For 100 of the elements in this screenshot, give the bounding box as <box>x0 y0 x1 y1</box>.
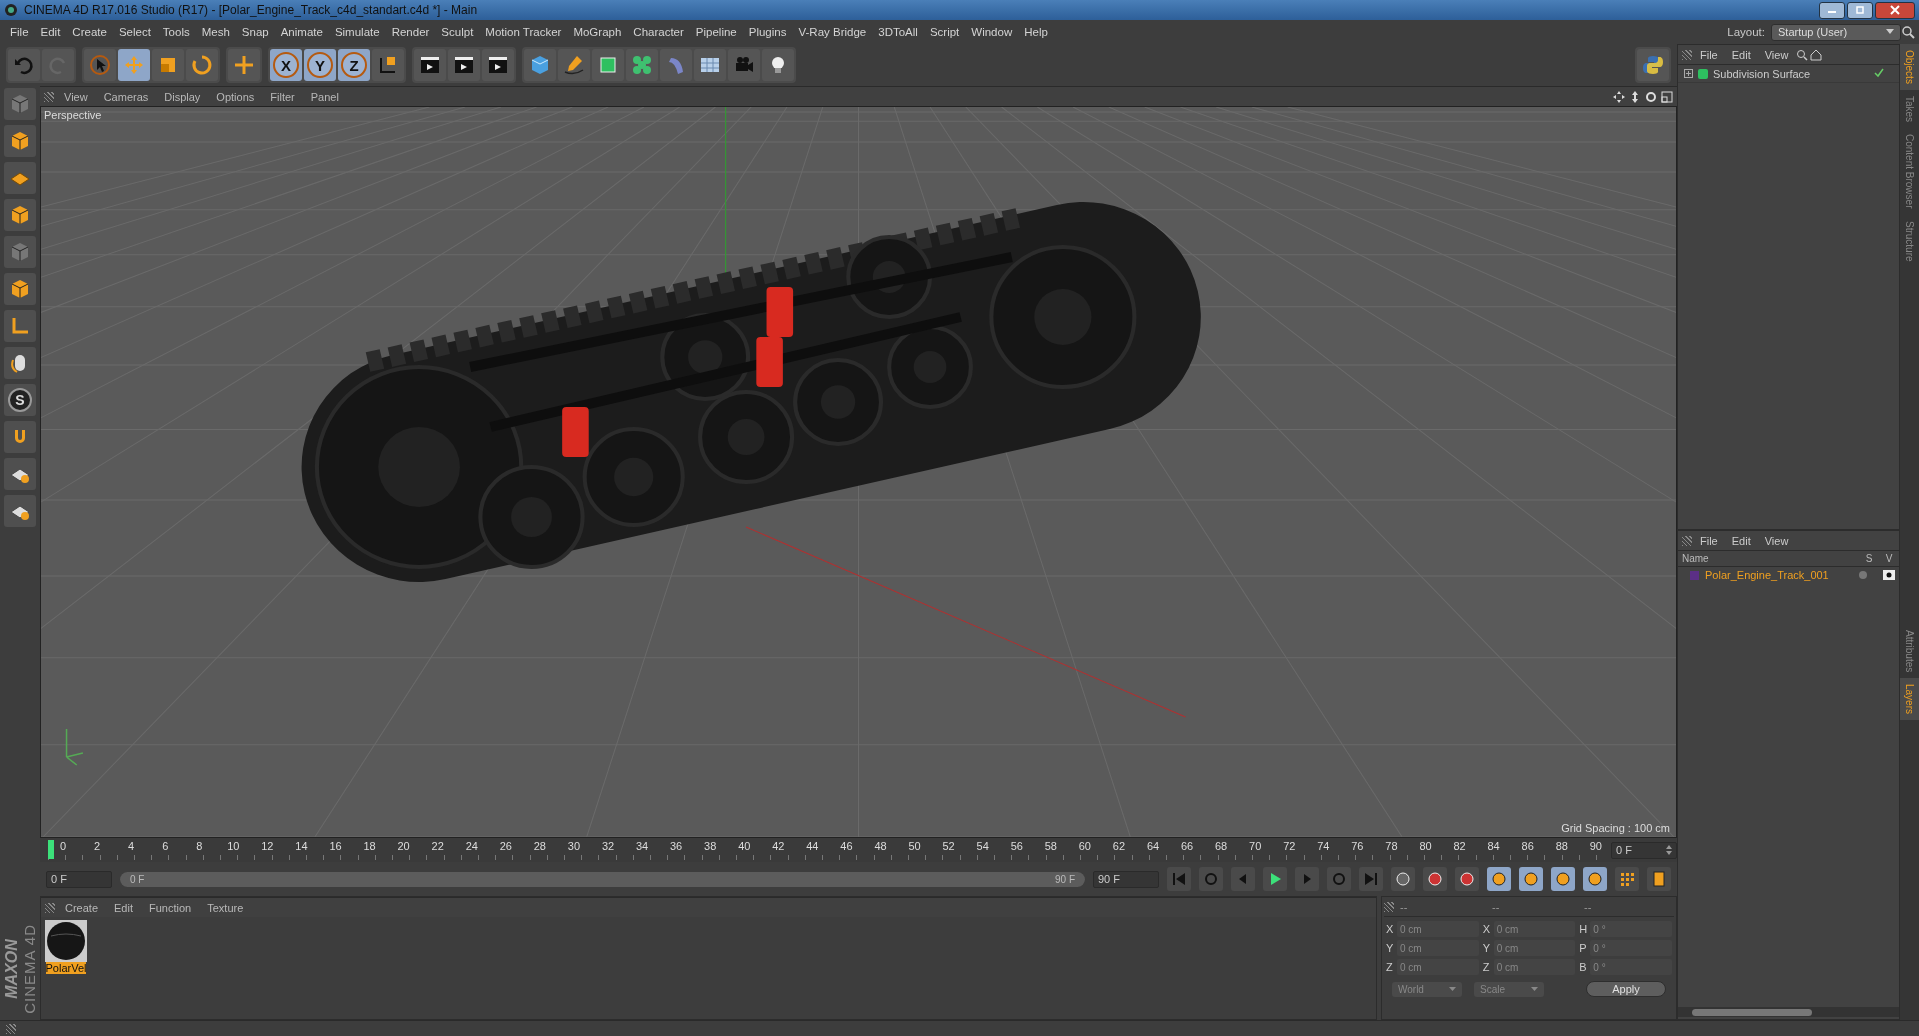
python-button[interactable] <box>1637 49 1669 81</box>
menu-item[interactable]: Mesh <box>195 26 236 38</box>
viewport-menu-item[interactable]: Display <box>158 90 207 103</box>
undo-button[interactable] <box>8 49 40 81</box>
mode-button[interactable] <box>4 199 36 231</box>
menu-item[interactable]: Character <box>627 26 690 38</box>
panel-grip-icon[interactable] <box>6 1023 16 1034</box>
snap-button[interactable] <box>4 421 36 453</box>
menu-item[interactable]: 3DToAll <box>872 26 924 38</box>
mode-button[interactable] <box>4 125 36 157</box>
menu-item[interactable]: Window <box>965 26 1019 38</box>
menu-item[interactable]: Motion Tracker <box>479 26 568 38</box>
keyframe-button[interactable] <box>1551 867 1575 891</box>
mode-button[interactable] <box>4 162 36 194</box>
object-menu-item[interactable]: File <box>1694 48 1724 61</box>
menu-item[interactable]: Sculpt <box>435 26 480 38</box>
side-tab[interactable]: Content Browser <box>1900 128 1919 215</box>
layout-dropdown[interactable]: Startup (User) <box>1771 23 1901 41</box>
material-menu-item[interactable]: Create <box>59 901 105 914</box>
horizontal-scrollbar[interactable] <box>1678 1007 1899 1017</box>
restore-button[interactable] <box>1847 1 1873 19</box>
camera-button[interactable] <box>728 49 760 81</box>
panel-grip-icon[interactable] <box>1682 49 1692 60</box>
axis-lock-button[interactable]: Y <box>304 49 336 81</box>
layer-row[interactable]: Polar_Engine_Track_001 <box>1678 567 1899 583</box>
playback-button[interactable] <box>1263 867 1287 891</box>
menu-item[interactable]: Edit <box>34 26 67 38</box>
frame-range-slider[interactable]: 0 F 90 F <box>120 871 1085 887</box>
keyframe-button[interactable] <box>1519 867 1543 891</box>
menu-item[interactable]: MoGraph <box>567 26 628 38</box>
viewport-menu-item[interactable]: Options <box>210 90 261 103</box>
panel-grip-icon[interactable] <box>1682 535 1692 546</box>
timeline-ruler[interactable]: 0 2 4 6 8 10 12 14 16 18 20 22 24 26 28 30 32 34 36 38 40 42 44 46 48 50 52 54 56 58 60 62 64 66 68 70 72 74 76 78 80 82 84 86 88 90 <box>48 840 1603 860</box>
keyframe-button[interactable] <box>1455 867 1479 891</box>
floor-button[interactable] <box>694 49 726 81</box>
material-name[interactable]: PolarVel <box>45 962 87 974</box>
viewport-menu-item[interactable]: Cameras <box>97 90 155 103</box>
material-menu-item[interactable]: Texture <box>201 901 250 914</box>
cloner-button[interactable] <box>626 49 658 81</box>
object-menu-item[interactable]: View <box>1758 48 1795 61</box>
coordinate-system-button[interactable] <box>372 49 404 81</box>
mode-button[interactable] <box>4 273 36 305</box>
layer-menu-item[interactable]: File <box>1694 534 1724 547</box>
tool-button[interactable] <box>186 49 218 81</box>
menu-item[interactable]: Script <box>923 26 966 38</box>
3d-viewport[interactable]: Perspective Grid Spacing : 100 cm <box>40 106 1677 838</box>
current-frame-field[interactable]: 0 F <box>1611 841 1677 859</box>
start-frame-field[interactable]: 0 F <box>46 870 112 888</box>
menu-item[interactable]: Plugins <box>742 26 793 38</box>
side-tab[interactable]: Structure <box>1900 214 1919 268</box>
panel-grip-icon[interactable] <box>44 91 54 102</box>
menu-item[interactable]: Render <box>385 26 436 38</box>
side-tab[interactable]: Objects <box>1900 44 1919 90</box>
viewport-menu-item[interactable]: Filter <box>264 90 301 103</box>
axis-lock-button[interactable]: X <box>270 49 302 81</box>
menu-item[interactable]: Animate <box>274 26 329 38</box>
menu-item[interactable]: V-Ray Bridge <box>792 26 873 38</box>
deformer-button[interactable] <box>660 49 692 81</box>
keyframe-button[interactable] <box>1583 867 1607 891</box>
viewport-menu-item[interactable]: View <box>58 90 94 103</box>
render-button[interactable] <box>414 49 446 81</box>
close-button[interactable] <box>1875 1 1915 19</box>
cube-button[interactable] <box>524 49 556 81</box>
keyframe-button[interactable] <box>1615 867 1639 891</box>
viewport-menu-item[interactable]: Panel <box>304 90 345 103</box>
material-menu-item[interactable]: Edit <box>108 901 139 914</box>
layer-menu-item[interactable]: View <box>1758 534 1795 547</box>
menu-item[interactable]: Tools <box>156 26 196 38</box>
mode-button[interactable] <box>4 310 36 342</box>
panel-grip-icon[interactable] <box>1384 901 1394 912</box>
axis-lock-button[interactable]: Z <box>338 49 370 81</box>
menu-item[interactable]: Create <box>66 26 113 38</box>
side-tab[interactable]: Attributes <box>1900 623 1919 678</box>
minimize-button[interactable] <box>1819 1 1845 19</box>
menu-item[interactable]: Snap <box>235 26 275 38</box>
layer-menu-item[interactable]: Edit <box>1725 534 1757 547</box>
snap-button[interactable] <box>4 495 36 527</box>
render-button[interactable] <box>482 49 514 81</box>
keyframe-button[interactable] <box>1391 867 1415 891</box>
apply-button[interactable]: Apply <box>1586 981 1666 997</box>
light-button[interactable] <box>762 49 794 81</box>
menu-item[interactable]: Select <box>112 26 157 38</box>
render-button[interactable] <box>448 49 480 81</box>
tool-button[interactable] <box>152 49 184 81</box>
soft-selection-button[interactable]: S <box>4 384 36 416</box>
snap-button[interactable] <box>4 458 36 490</box>
panel-grip-icon[interactable] <box>45 902 55 913</box>
keyframe-button[interactable] <box>1423 867 1447 891</box>
object-menu-item[interactable]: Edit <box>1725 48 1757 61</box>
subdivision-button[interactable] <box>592 49 624 81</box>
object-row[interactable]: Subdivision Surface <box>1678 65 1899 83</box>
keyframe-button[interactable] <box>1487 867 1511 891</box>
side-tab[interactable]: Takes <box>1900 89 1919 129</box>
tool-button[interactable] <box>84 49 116 81</box>
menu-item[interactable]: Simulate <box>328 26 386 38</box>
tool-button[interactable] <box>228 49 260 81</box>
menu-item[interactable]: File <box>4 26 35 38</box>
menu-item[interactable]: Help <box>1018 26 1054 38</box>
keyframe-button[interactable] <box>1647 867 1671 891</box>
material-menu-item[interactable]: Function <box>143 901 198 914</box>
